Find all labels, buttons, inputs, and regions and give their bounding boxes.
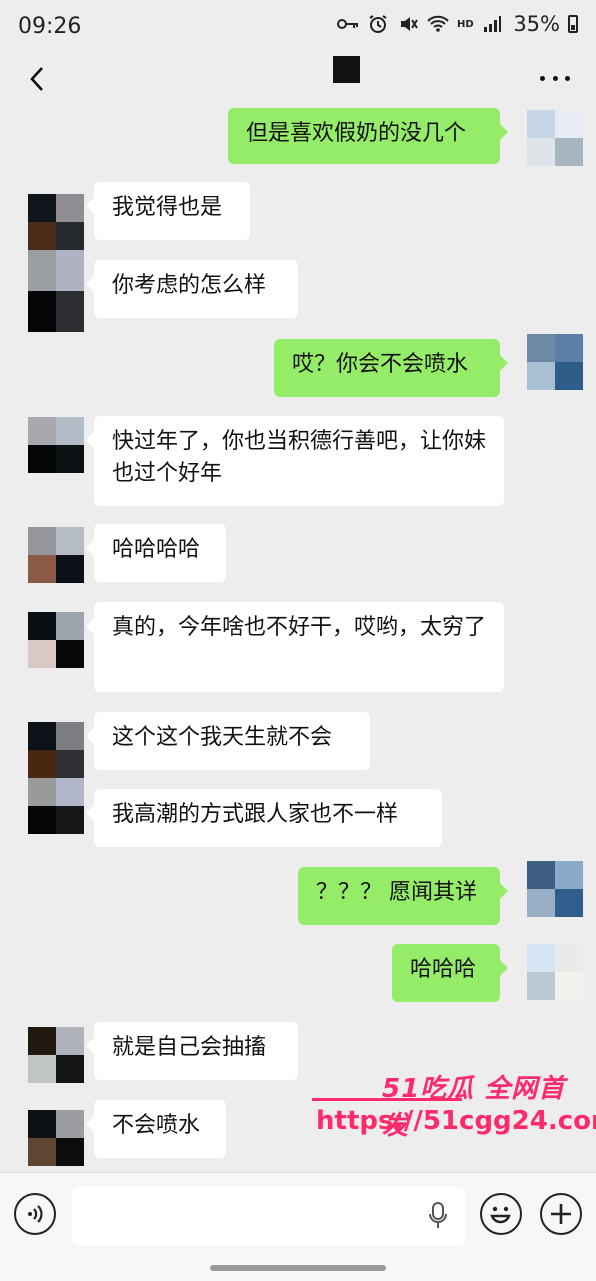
message-bubble-outgoing[interactable]: 但是喜欢假奶的没几个 xyxy=(228,108,508,164)
watermark: 51吃瓜 全网首发 https://51cgg24.com xyxy=(312,1068,596,1144)
avatar[interactable] xyxy=(28,612,84,668)
avatar[interactable] xyxy=(28,250,84,332)
signal-icon xyxy=(481,13,503,35)
chat-title-redacted xyxy=(333,56,360,83)
wifi-icon xyxy=(427,13,450,35)
home-indicator[interactable] xyxy=(210,1265,386,1271)
more-button[interactable] xyxy=(540,68,570,88)
emoji-icon xyxy=(490,1206,511,1224)
status-time: 09:26 xyxy=(18,14,82,39)
message-bubble-incoming[interactable]: 我高潮的方式跟人家也不一样 xyxy=(86,789,442,847)
more-icon-dot xyxy=(552,75,558,81)
hd-icon: HD xyxy=(456,18,474,30)
emoji-button[interactable] xyxy=(480,1193,522,1235)
message-bubble-incoming[interactable]: 这个这个我天生就不会 xyxy=(86,712,370,770)
avatar[interactable] xyxy=(527,334,583,390)
avatar[interactable] xyxy=(527,861,583,917)
battery-percent: 35% xyxy=(513,12,560,36)
mute-icon xyxy=(397,13,419,35)
alarm-icon xyxy=(367,13,389,35)
message-input[interactable] xyxy=(72,1187,466,1245)
more-icon-dot xyxy=(565,75,570,81)
voice-icon xyxy=(28,1205,43,1223)
chevron-left-icon xyxy=(30,67,43,91)
more-icon-dot xyxy=(540,75,545,81)
back-button[interactable] xyxy=(20,62,54,96)
message-bubble-incoming[interactable]: 你考虑的怎么样 xyxy=(86,260,298,318)
message-bubble-outgoing[interactable]: 哈哈哈 xyxy=(392,944,508,1002)
watermark-url: https://51cgg24.com xyxy=(316,1106,596,1136)
avatar[interactable] xyxy=(28,722,84,778)
key-icon xyxy=(337,13,359,35)
avatar[interactable] xyxy=(527,944,583,1000)
message-bubble-incoming[interactable]: 真的，今年啥也不好干，哎哟，太穷了 xyxy=(86,602,504,692)
status-bar: 09:26 HD 35% xyxy=(0,0,596,54)
battery-icon xyxy=(568,15,578,33)
chat-header xyxy=(0,54,596,106)
mic-icon[interactable] xyxy=(428,1201,448,1231)
plus-icon xyxy=(551,1204,571,1224)
avatar[interactable] xyxy=(28,778,84,834)
avatar[interactable] xyxy=(28,194,84,250)
message-bubble-incoming[interactable]: 快过年了，你也当积德行善吧，让你妹也过个好年 xyxy=(86,416,504,506)
avatar[interactable] xyxy=(28,1110,84,1166)
status-icons: HD 35% xyxy=(337,12,578,36)
message-bubble-incoming[interactable]: 哈哈哈哈 xyxy=(86,524,226,582)
avatar[interactable] xyxy=(28,417,84,473)
message-bubble-incoming[interactable]: 不会喷水 xyxy=(86,1100,226,1158)
input-bar xyxy=(0,1172,596,1281)
avatar[interactable] xyxy=(28,1027,84,1083)
message-bubble-incoming[interactable]: 我觉得也是 xyxy=(86,182,250,240)
plus-button[interactable] xyxy=(540,1193,582,1235)
message-bubble-outgoing[interactable]: 哎？你会不会喷水 xyxy=(274,339,508,397)
message-bubble-incoming[interactable]: 就是自己会抽搐 xyxy=(86,1022,298,1080)
avatar[interactable] xyxy=(527,110,583,166)
voice-button[interactable] xyxy=(14,1193,56,1235)
avatar[interactable] xyxy=(28,527,84,583)
message-bubble-outgoing[interactable]: ？？？ 愿闻其详 xyxy=(298,867,508,925)
